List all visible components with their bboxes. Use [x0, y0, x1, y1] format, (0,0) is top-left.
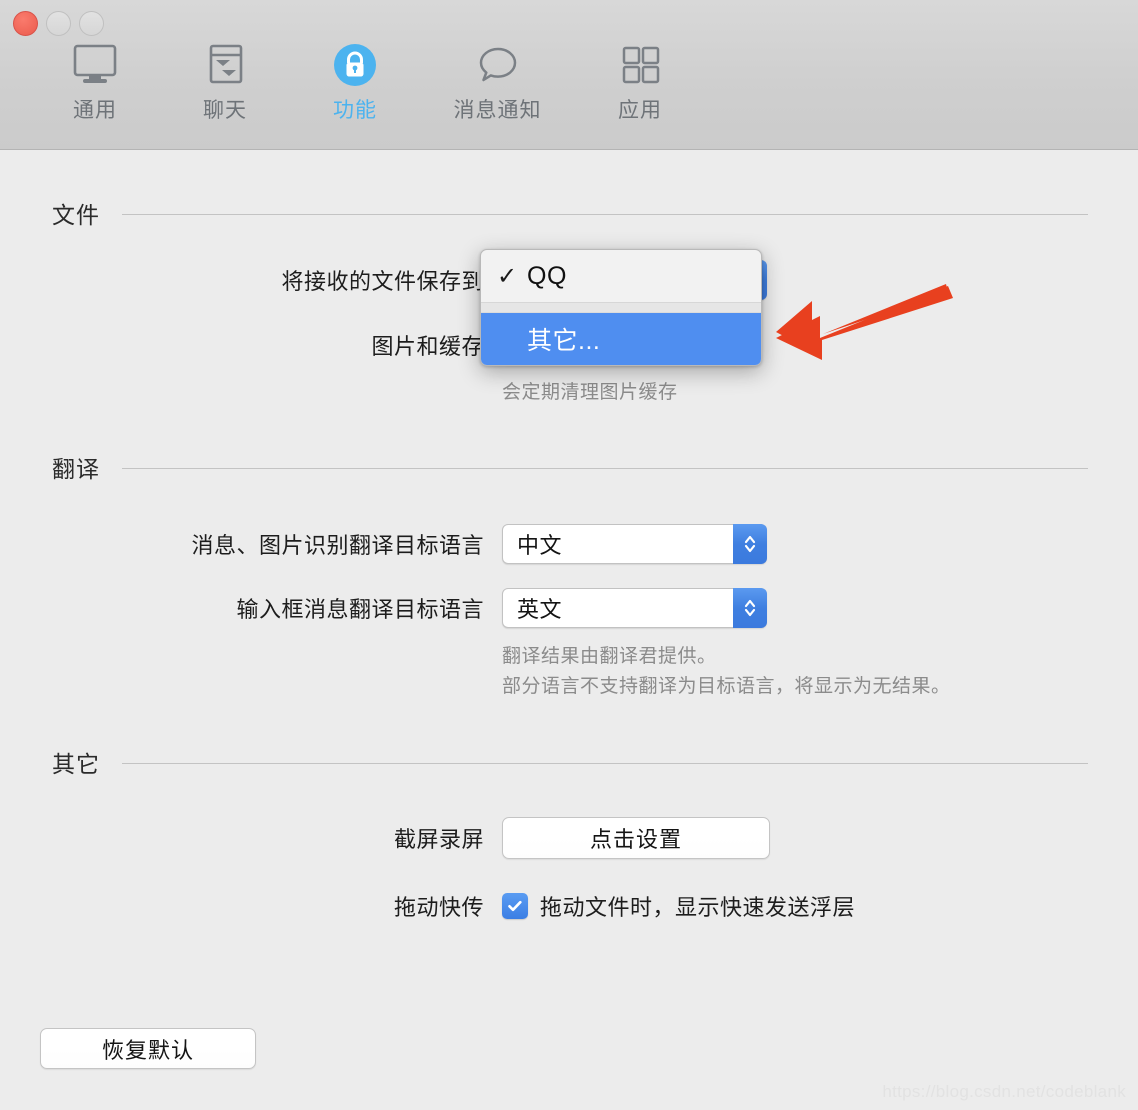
toolbar: 通用 聊天 功能 消息通知 应用: [0, 0, 1138, 150]
drag-quick-send-checkbox-label: 拖动文件时，显示快速发送浮层: [540, 895, 856, 920]
row-input-translate-language: 输入框消息翻译目标语言 英文: [128, 588, 778, 628]
tab-apps-label: 应用: [618, 99, 662, 122]
tab-features-label: 功能: [333, 99, 377, 122]
screen-capture-settings-button[interactable]: 点击设置: [502, 817, 770, 859]
section-title-file: 文件: [52, 202, 100, 228]
menu-separator: [481, 302, 761, 313]
label-drag-quick-send: 拖动快传: [393, 895, 484, 920]
menu-item-qq-label: QQ: [527, 261, 567, 290]
section-header-file: 文件: [52, 196, 1088, 230]
save-location-dropdown-menu[interactable]: ✓ QQ 其它...: [480, 249, 762, 366]
minimize-button[interactable]: [46, 11, 71, 36]
checkmark-icon: ✓: [497, 262, 518, 290]
toolbar-tabs: 通用 聊天 功能 消息通知 应用: [0, 42, 1138, 124]
message-translate-language-value: 中文: [517, 533, 563, 558]
section-header-translate: 翻译: [52, 450, 1088, 484]
menu-item-other[interactable]: 其它...: [481, 313, 761, 365]
label-image-cache: 图片和缓存: [371, 334, 484, 359]
hint-translate: 翻译结果由翻译君提供。 部分语言不支持翻译为目标语言，将显示为无结果。: [502, 646, 951, 697]
menu-item-qq[interactable]: ✓ QQ: [481, 250, 761, 302]
tab-notifications-label: 消息通知: [453, 99, 542, 122]
window-controls: [13, 11, 104, 36]
tab-general[interactable]: 通用: [30, 42, 160, 124]
chat-window-icon: [202, 42, 248, 88]
close-button[interactable]: [13, 11, 38, 36]
input-translate-language-stepper[interactable]: [733, 588, 767, 628]
tab-notifications[interactable]: 消息通知: [420, 42, 575, 124]
check-icon: [508, 900, 522, 912]
input-translate-language-popup[interactable]: 英文: [502, 588, 767, 628]
label-input-translate-language: 输入框消息翻译目标语言: [236, 597, 484, 622]
zoom-button[interactable]: [79, 11, 104, 36]
section-rule-translate: [122, 467, 1088, 469]
annotation-arrow-icon: [760, 278, 955, 373]
tab-apps[interactable]: 应用: [575, 42, 705, 124]
drag-quick-send-checkbox-row[interactable]: 拖动文件时，显示快速发送浮层: [502, 890, 855, 922]
tab-chat[interactable]: 聊天: [160, 42, 290, 124]
message-translate-language-popup[interactable]: 中文: [502, 524, 767, 564]
monitor-icon: [72, 42, 118, 88]
tab-chat-label: 聊天: [203, 99, 247, 122]
speech-bubble-icon: [475, 42, 521, 88]
menu-item-other-label: 其它...: [527, 327, 601, 355]
grid-icon: [617, 42, 663, 88]
section-rule-file: [122, 213, 1088, 215]
tab-features[interactable]: 功能: [290, 42, 420, 124]
lock-icon: [332, 42, 378, 88]
section-header-other: 其它: [52, 745, 1088, 779]
row-screen-capture: 截屏录屏 点击设置: [240, 817, 880, 859]
label-message-translate-language: 消息、图片识别翻译目标语言: [191, 533, 484, 558]
watermark: https://blog.csdn.net/codeblank: [882, 1082, 1126, 1101]
input-translate-language-value: 英文: [517, 597, 563, 622]
preferences-window: 通用 聊天 功能 消息通知 应用 文件 将接收的文件保存到 图片和缓存 会定期清…: [0, 0, 1138, 1110]
hint-image-cache: 会定期清理图片缓存: [502, 382, 678, 403]
section-title-other: 其它: [52, 751, 100, 777]
section-title-translate: 翻译: [52, 456, 100, 482]
row-message-translate-language: 消息、图片识别翻译目标语言 中文: [128, 524, 778, 564]
message-translate-language-stepper[interactable]: [733, 524, 767, 564]
row-drag-quick-send: 拖动快传 拖动文件时，显示快速发送浮层: [240, 890, 1000, 922]
section-rule-other: [122, 762, 1088, 764]
label-screen-capture: 截屏录屏: [393, 827, 484, 852]
label-save-received-files: 将接收的文件保存到: [281, 269, 484, 294]
restore-defaults-button[interactable]: 恢复默认: [40, 1028, 256, 1069]
drag-quick-send-checkbox[interactable]: [502, 893, 528, 919]
tab-general-label: 通用: [73, 99, 117, 122]
